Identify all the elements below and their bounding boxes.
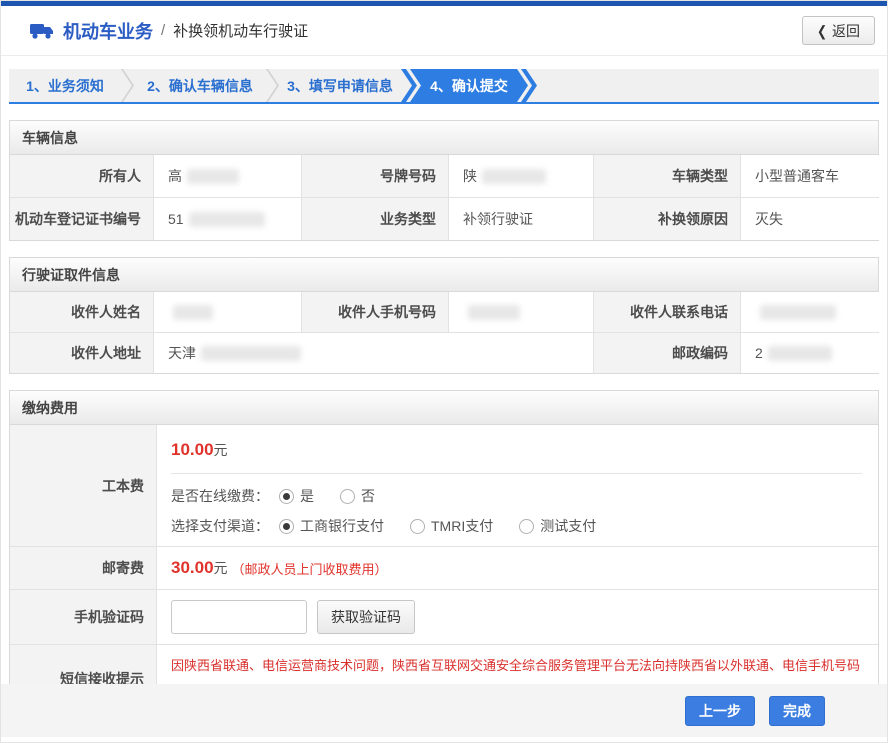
table-row: 收件人姓名 收件人手机号码 收件人联系电话 <box>10 292 880 333</box>
redacted-value <box>173 304 213 320</box>
reissue-reason-value: 灭失 <box>741 198 880 240</box>
online-pay-question: 是否在线缴费： 是 否 <box>171 486 878 506</box>
step-4-label: 4、确认提交 <box>430 77 508 94</box>
radio-no-label: 否 <box>361 488 375 504</box>
reissue-reason-label: 补换领原因 <box>594 198 741 240</box>
fees-title: 缴纳费用 <box>10 391 878 425</box>
business-type-value: 补领行驶证 <box>449 198 594 240</box>
recipient-mobile-label: 收件人手机号码 <box>302 292 449 332</box>
redacted-value <box>187 168 239 184</box>
mail-fee-row: 邮寄费 30.00元 （邮政人员上门收取费用） <box>10 547 878 590</box>
online-pay-label: 是否在线缴费： <box>171 488 269 504</box>
pay-channel-label: 选择支付渠道： <box>171 518 269 534</box>
captcha-input[interactable] <box>171 600 307 634</box>
redacted-value <box>760 304 836 320</box>
redacted-value <box>468 304 520 320</box>
radio-test-label: 测试支付 <box>540 518 597 534</box>
back-button[interactable]: ❮ 返回 <box>801 16 875 45</box>
postal-code-label: 邮政编码 <box>594 333 741 373</box>
chevron-separator-icon <box>121 69 134 102</box>
recipient-phone-value <box>741 292 880 332</box>
production-fee-value: 10.00元 是否在线缴费： 是 否 选择支付渠道： 工商银行支付 TMRI支付… <box>157 425 878 546</box>
back-button-label: 返回 <box>832 22 860 39</box>
step-2-label: 2、确认车辆信息 <box>147 77 253 94</box>
channel-tmri-option[interactable]: TMRI支付 <box>410 516 493 536</box>
mail-fee-amount: 30.00元 <box>171 558 228 577</box>
radio-no[interactable] <box>340 488 355 504</box>
table-row: 收件人地址 天津 邮政编码 2 <box>10 333 880 373</box>
recipient-name-label: 收件人姓名 <box>10 292 154 332</box>
registration-cert-label: 机动车登记证书编号 <box>10 198 154 240</box>
business-type-label: 业务类型 <box>302 198 449 240</box>
previous-step-button[interactable]: 上一步 <box>685 695 755 726</box>
plate-number-label: 号牌号码 <box>302 155 449 197</box>
step-2-confirm-vehicle: 2、确认车辆信息 <box>134 69 266 102</box>
redacted-value <box>188 211 265 227</box>
owner-value: 高 <box>154 155 302 197</box>
radio-tmri[interactable] <box>410 518 425 534</box>
production-fee-row: 工本费 10.00元 是否在线缴费： 是 否 选择支付渠道： 工商银行支付 TM… <box>10 425 878 547</box>
recipient-address-label: 收件人地址 <box>10 333 154 373</box>
redacted-value <box>482 168 546 184</box>
radio-icbc-label: 工商银行支付 <box>300 518 384 534</box>
step-1-business-notice: 1、业务须知 <box>9 69 121 102</box>
step-3-fill-application: 3、填写申请信息 <box>279 69 401 102</box>
channel-icbc-option[interactable]: 工商银行支付 <box>279 516 384 536</box>
captcha-row: 手机验证码 获取验证码 <box>10 590 878 645</box>
postal-code-value: 2 <box>741 333 880 373</box>
truck-icon <box>30 23 53 39</box>
vehicle-type-value: 小型普通客车 <box>741 155 880 197</box>
pickup-info-section: 行驶证取件信息 收件人姓名 收件人手机号码 收件人联系电话 收件人地址 天津 邮… <box>9 257 880 374</box>
back-chevron-icon: ❮ <box>816 22 827 39</box>
recipient-address-value: 天津 <box>154 333 594 373</box>
owner-label: 所有人 <box>10 155 154 197</box>
mail-fee-value: 30.00元 （邮政人员上门收取费用） <box>157 547 878 589</box>
breadcrumb: 机动车业务 / 补换领机动车行驶证 <box>29 18 308 44</box>
footer-action-bar: 上一步 完成 <box>1 684 887 737</box>
vehicle-info-section: 车辆信息 所有人 高 号牌号码 陕 车辆类型 小型普通客车 机动车登记证书编号 … <box>9 120 880 241</box>
online-pay-yes-option[interactable]: 是 <box>279 486 314 506</box>
finish-button[interactable]: 完成 <box>769 695 825 726</box>
step-3-label: 3、填写申请信息 <box>287 77 393 94</box>
captcha-value: 获取验证码 <box>157 590 878 644</box>
redacted-value <box>201 345 301 361</box>
vehicle-type-label: 车辆类型 <box>594 155 741 197</box>
step-wizard: 1、业务须知 2、确认车辆信息 3、填写申请信息 4、确认提交 <box>9 69 879 104</box>
recipient-name-value <box>154 292 302 332</box>
steps-filler <box>537 69 879 102</box>
breadcrumb-main[interactable]: 机动车业务 <box>63 18 153 44</box>
step-4-confirm-submit-active: 4、确认提交 <box>410 69 528 102</box>
breadcrumb-separator: / <box>161 22 166 39</box>
step-1-label: 1、业务须知 <box>26 77 104 94</box>
radio-tmri-label: TMRI支付 <box>431 518 494 534</box>
mail-fee-note: （邮政人员上门收取费用） <box>231 561 388 577</box>
registration-cert-value: 51 <box>154 198 302 240</box>
divider <box>171 473 862 474</box>
radio-yes-label: 是 <box>300 488 314 504</box>
vehicle-info-title: 车辆信息 <box>10 121 878 155</box>
page-header: 机动车业务 / 补换领机动车行驶证 ❮ 返回 <box>1 6 887 56</box>
chevron-separator-icon <box>266 69 279 102</box>
channel-test-option[interactable]: 测试支付 <box>519 516 596 536</box>
redacted-value <box>767 345 832 361</box>
production-fee-label: 工本费 <box>10 425 157 546</box>
mail-fee-label: 邮寄费 <box>10 547 157 589</box>
recipient-phone-label: 收件人联系电话 <box>594 292 741 332</box>
pickup-info-title: 行驶证取件信息 <box>10 258 878 292</box>
fees-section: 缴纳费用 工本费 10.00元 是否在线缴费： 是 否 选择支付渠道： 工商银行… <box>9 390 879 714</box>
recipient-mobile-value <box>449 292 594 332</box>
online-pay-no-option[interactable]: 否 <box>340 486 375 506</box>
get-captcha-button[interactable]: 获取验证码 <box>317 600 415 634</box>
captcha-label: 手机验证码 <box>10 590 157 644</box>
plate-number-value: 陕 <box>449 155 594 197</box>
page-title: 补换领机动车行驶证 <box>173 23 309 40</box>
table-row: 机动车登记证书编号 51 业务类型 补领行驶证 补换领原因 灭失 <box>10 198 880 240</box>
pay-channel-question: 选择支付渠道： 工商银行支付 TMRI支付 测试支付 <box>171 516 878 536</box>
table-row: 所有人 高 号牌号码 陕 车辆类型 小型普通客车 <box>10 155 880 198</box>
radio-yes[interactable] <box>279 488 294 504</box>
production-fee-amount: 10.00元 <box>171 440 228 459</box>
radio-test[interactable] <box>519 518 535 534</box>
radio-icbc[interactable] <box>279 518 294 534</box>
